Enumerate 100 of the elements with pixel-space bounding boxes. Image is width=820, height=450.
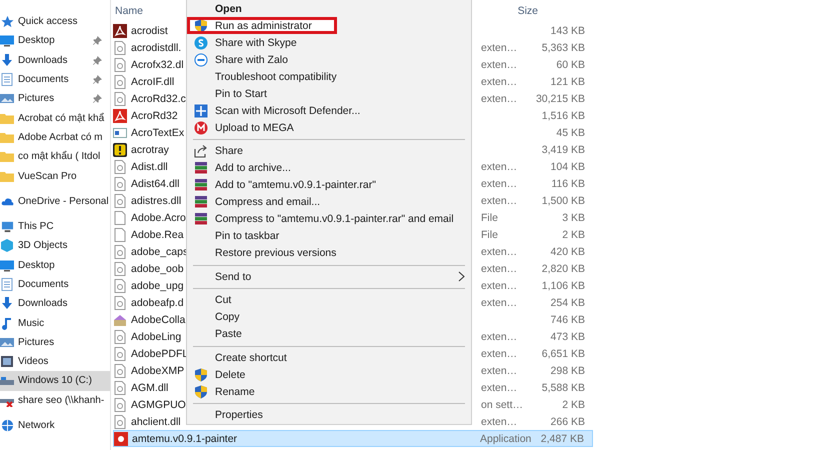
menu-item[interactable]: Compress to "amtemu.v0.9.1-painter.rar" and email	[187, 210, 471, 228]
file-name[interactable]: Adobe.Acro	[131, 212, 186, 224]
menu-item[interactable]: Delete	[187, 366, 471, 383]
nav-item[interactable]: OneDrive - Personal	[0, 192, 110, 211]
pdf-file-icon	[113, 108, 127, 122]
nav-item[interactable]: Downloads	[0, 294, 110, 314]
file-name[interactable]: AdobeLing	[131, 330, 182, 342]
nav-item[interactable]: Pictures	[0, 89, 110, 108]
file-name[interactable]: Acrofx32.dl	[131, 58, 184, 70]
file-type: exten…	[481, 348, 518, 360]
file-type: on sett…	[481, 398, 524, 410]
file-name[interactable]: adobe_upg	[131, 280, 184, 292]
file-name[interactable]: Adist.dll	[131, 160, 168, 172]
file-type: exten…	[481, 58, 518, 70]
menu-item[interactable]: Copy	[187, 308, 471, 326]
file-size: 473 KB	[550, 330, 586, 342]
nav-item[interactable]: Videos	[0, 352, 110, 372]
file-name[interactable]: AcroIF.dll	[131, 76, 174, 88]
menu-item[interactable]: Compress and email...	[187, 194, 471, 210]
music-icon	[0, 316, 14, 330]
pin-icon[interactable]	[93, 94, 102, 104]
menu-item[interactable]: Open	[187, 0, 471, 17]
file-type: exten…	[481, 42, 518, 54]
menu-item[interactable]: Send to	[187, 268, 471, 285]
dll-file-icon	[113, 160, 127, 174]
dll-file-icon	[113, 244, 127, 258]
file-name[interactable]: Adobe.Rea	[131, 228, 184, 240]
menu-item[interactable]: Rename	[187, 383, 471, 400]
nav-item[interactable]: Desktop	[0, 256, 110, 275]
nav-item[interactable]: Windows 10 (C:)	[0, 371, 110, 391]
nav-item[interactable]: This PC	[0, 216, 110, 236]
nav-item[interactable]: 3D Objects	[0, 236, 110, 256]
file-type: exten…	[481, 178, 518, 190]
menu-item[interactable]: Add to archive...	[187, 160, 471, 176]
nav-item[interactable]: share seo (\\khanh-	[0, 390, 110, 410]
nav-item[interactable]: Acrobat có mật khẩ	[0, 108, 110, 128]
file-name[interactable]: Adist64.dll	[131, 178, 180, 190]
file-name[interactable]: adobe_caps	[131, 246, 188, 258]
file-name[interactable]: AdobeColla	[131, 314, 186, 326]
file-name[interactable]: adistres.dll	[131, 194, 182, 206]
nav-item[interactable]: VueScan Pro	[0, 166, 110, 186]
dll-file-icon	[113, 364, 127, 378]
folder-icon	[0, 112, 14, 125]
pin-icon[interactable]	[93, 36, 102, 46]
menu-item[interactable]: Create shortcut	[187, 349, 471, 366]
file-size: 1,500 KB	[540, 194, 586, 206]
menu-item[interactable]: Restore previous versions	[187, 244, 471, 262]
dll-file-icon	[113, 74, 127, 88]
mega-icon	[194, 120, 208, 134]
menu-item[interactable]: Cut	[187, 292, 471, 308]
nav-item[interactable]: Downloads	[0, 50, 110, 70]
nav-item[interactable]: Network	[0, 416, 110, 436]
menu-item[interactable]: Run as administrator	[187, 17, 337, 34]
file-name[interactable]: AGMGPUO	[131, 398, 186, 410]
file-name[interactable]: AGM.dll	[131, 382, 168, 394]
file-name[interactable]: AdobePDFL	[131, 348, 188, 360]
pin-icon[interactable]	[93, 75, 102, 84]
nav-item[interactable]: Documents	[0, 274, 110, 294]
menu-item[interactable]: Share with Skype	[187, 34, 471, 51]
selected-file-row[interactable]: amtemu.v0.9.1-painter Application 2,487 KB	[113, 430, 593, 447]
nav-item[interactable]: Documents	[0, 70, 110, 90]
column-header[interactable]: Size	[518, 5, 538, 17]
file-name[interactable]: acrodist	[131, 24, 168, 36]
file-size: 2 KB	[561, 398, 586, 410]
file-name[interactable]: AcroTextEx	[131, 126, 184, 138]
file-name[interactable]: AdobeXMP	[131, 364, 184, 376]
nav-item[interactable]: Music	[0, 313, 110, 333]
file-type: exten…	[481, 262, 518, 274]
file-size: 104 KB	[550, 160, 586, 172]
column-header[interactable]: Name	[115, 5, 144, 17]
menu-item[interactable]: Upload to MEGA	[187, 119, 471, 136]
nav-item[interactable]: Quick access	[0, 12, 110, 32]
file-size: 3 KB	[561, 212, 586, 224]
file-name[interactable]: amtemu.v0.9.1-painter	[132, 432, 238, 444]
menu-item[interactable]: Add to "amtemu.v0.9.1-painter.rar"	[187, 176, 471, 194]
file-name[interactable]: AcroRd32.c	[131, 92, 186, 104]
file-size: 746 KB	[550, 314, 586, 326]
nav-item[interactable]: Pictures	[0, 332, 110, 352]
menu-item[interactable]: Share with Zalo	[187, 51, 471, 68]
file-name[interactable]: acrodistdll.	[131, 42, 182, 54]
nav-item[interactable]: co mật khẩu ( Itdol	[0, 147, 110, 166]
pin-icon[interactable]	[93, 56, 102, 65]
menu-item[interactable]: Pin to Start	[187, 85, 471, 102]
menu-item[interactable]: Share	[187, 142, 471, 160]
menu-item[interactable]: Pin to taskbar	[187, 228, 471, 244]
nav-item[interactable]: Desktop	[0, 31, 110, 51]
nav-item[interactable]: Adobe Acrbat có m	[0, 128, 110, 148]
file-name[interactable]: acrotray	[131, 144, 169, 156]
dll-file-icon	[113, 278, 127, 292]
dll-file-icon	[113, 296, 127, 310]
menu-item[interactable]: Paste	[187, 326, 471, 342]
folder-icon	[0, 170, 14, 183]
file-type: Application	[480, 432, 532, 444]
file-name[interactable]: adobe_oob	[131, 262, 184, 274]
menu-item[interactable]: Scan with Microsoft Defender...	[187, 102, 471, 119]
file-name[interactable]: adobeafp.d	[131, 296, 184, 308]
menu-item[interactable]: Troubleshoot compatibility	[187, 68, 471, 85]
file-name[interactable]: AcroRd32	[131, 110, 178, 122]
menu-item[interactable]: Properties	[187, 406, 471, 424]
file-name[interactable]: ahclient.dll	[131, 416, 181, 428]
